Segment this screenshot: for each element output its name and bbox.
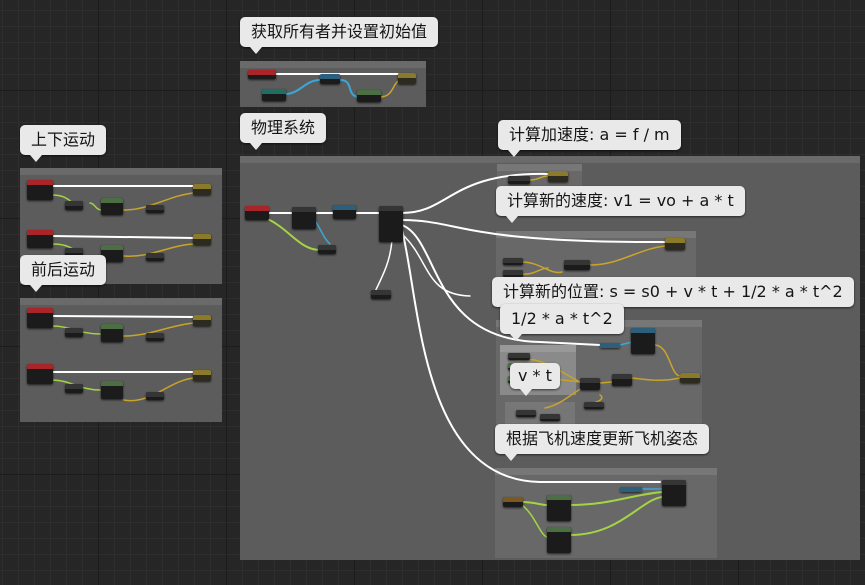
sequence-node[interactable] bbox=[379, 206, 403, 242]
group-title-position[interactable]: 计算新的位置: s = s0 + v * t + 1/2 * a * t^2 bbox=[492, 277, 854, 314]
group-title-accel[interactable]: 计算加速度: a = f / m bbox=[498, 120, 681, 157]
cast-node[interactable] bbox=[333, 205, 356, 219]
math-node[interactable] bbox=[146, 253, 164, 261]
set-variable-node[interactable] bbox=[193, 370, 211, 381]
object-wire bbox=[284, 79, 321, 95]
math-node[interactable] bbox=[146, 205, 164, 213]
math-node[interactable] bbox=[564, 260, 590, 270]
input-axis-event-node[interactable] bbox=[27, 180, 53, 200]
group-title-velocity[interactable]: 计算新的速度: v1 = vo + a * t bbox=[496, 186, 745, 223]
pure-function-node[interactable] bbox=[547, 495, 571, 521]
exec-wire bbox=[51, 235, 195, 239]
float-wire bbox=[529, 175, 549, 181]
set-rotation-node[interactable] bbox=[662, 480, 686, 506]
math-node[interactable] bbox=[612, 374, 632, 386]
input-axis-event-node[interactable] bbox=[27, 230, 53, 248]
event-node[interactable] bbox=[248, 70, 276, 79]
float-wire bbox=[544, 387, 583, 409]
set-variable-node[interactable] bbox=[398, 73, 416, 84]
function-call-node[interactable] bbox=[292, 207, 316, 229]
exec-wire bbox=[401, 219, 667, 244]
float-wire bbox=[599, 381, 613, 384]
math-node[interactable] bbox=[516, 410, 536, 417]
float-wire bbox=[654, 344, 681, 377]
math-node[interactable] bbox=[508, 176, 530, 184]
float-wire bbox=[631, 377, 681, 382]
group-title-half-term[interactable]: 1/2 * a * t^2 bbox=[500, 304, 624, 341]
get-variable-node[interactable] bbox=[503, 258, 523, 265]
math-node[interactable] bbox=[580, 378, 600, 390]
get-variable-node[interactable] bbox=[508, 353, 530, 360]
math-node[interactable] bbox=[65, 328, 83, 337]
pure-function-node[interactable] bbox=[547, 527, 571, 553]
vector-wire bbox=[521, 501, 548, 506]
pure-function-node[interactable] bbox=[101, 381, 123, 399]
set-variable-node[interactable] bbox=[193, 234, 211, 245]
pure-function-node[interactable] bbox=[101, 198, 123, 215]
group-title-attitude[interactable]: 根据飞机速度更新飞机姿态 bbox=[495, 424, 710, 461]
get-variable-node[interactable] bbox=[503, 497, 523, 507]
math-node[interactable] bbox=[65, 201, 83, 210]
group-title-updown[interactable]: 上下运动 bbox=[20, 125, 107, 162]
object-wire bbox=[315, 221, 331, 245]
input-axis-event-node[interactable] bbox=[27, 308, 53, 328]
math-node[interactable] bbox=[146, 333, 164, 341]
group-title-physics[interactable]: 物理系统 bbox=[240, 113, 327, 150]
math-node[interactable] bbox=[146, 392, 164, 400]
get-variable-node[interactable] bbox=[600, 343, 620, 348]
group-title-vt[interactable]: v * t bbox=[510, 363, 560, 396]
cast-node[interactable] bbox=[320, 74, 340, 84]
set-variable-node[interactable] bbox=[548, 171, 568, 182]
exec-wire bbox=[374, 239, 393, 293]
function-call-node[interactable] bbox=[631, 328, 655, 354]
float-wire bbox=[589, 245, 667, 266]
vector-wire bbox=[569, 496, 663, 536]
vector-wire bbox=[521, 504, 548, 538]
get-variable-node[interactable] bbox=[503, 270, 523, 277]
math-node[interactable] bbox=[65, 384, 83, 393]
input-axis-event-node[interactable] bbox=[27, 364, 53, 384]
pure-function-node[interactable] bbox=[101, 324, 123, 342]
pure-function-node[interactable] bbox=[357, 90, 381, 102]
group-title-frontback[interactable]: 前后运动 bbox=[20, 255, 107, 292]
event-tick-node[interactable] bbox=[245, 206, 269, 220]
get-variable-node[interactable] bbox=[371, 290, 391, 299]
get-variable-node[interactable] bbox=[620, 487, 642, 492]
get-owner-node[interactable] bbox=[262, 89, 286, 101]
set-variable-node[interactable] bbox=[665, 238, 685, 250]
get-variable-node[interactable] bbox=[584, 402, 604, 409]
exec-wire bbox=[51, 315, 195, 318]
float-wire bbox=[521, 267, 549, 275]
set-variable-node[interactable] bbox=[193, 184, 211, 195]
set-variable-node[interactable] bbox=[193, 315, 211, 326]
get-variable-node[interactable] bbox=[318, 245, 336, 254]
set-variable-node[interactable] bbox=[680, 373, 700, 383]
group-title-init[interactable]: 获取所有者并设置初始值 bbox=[240, 17, 439, 54]
math-node[interactable] bbox=[540, 414, 560, 421]
float-wire bbox=[521, 261, 563, 274]
